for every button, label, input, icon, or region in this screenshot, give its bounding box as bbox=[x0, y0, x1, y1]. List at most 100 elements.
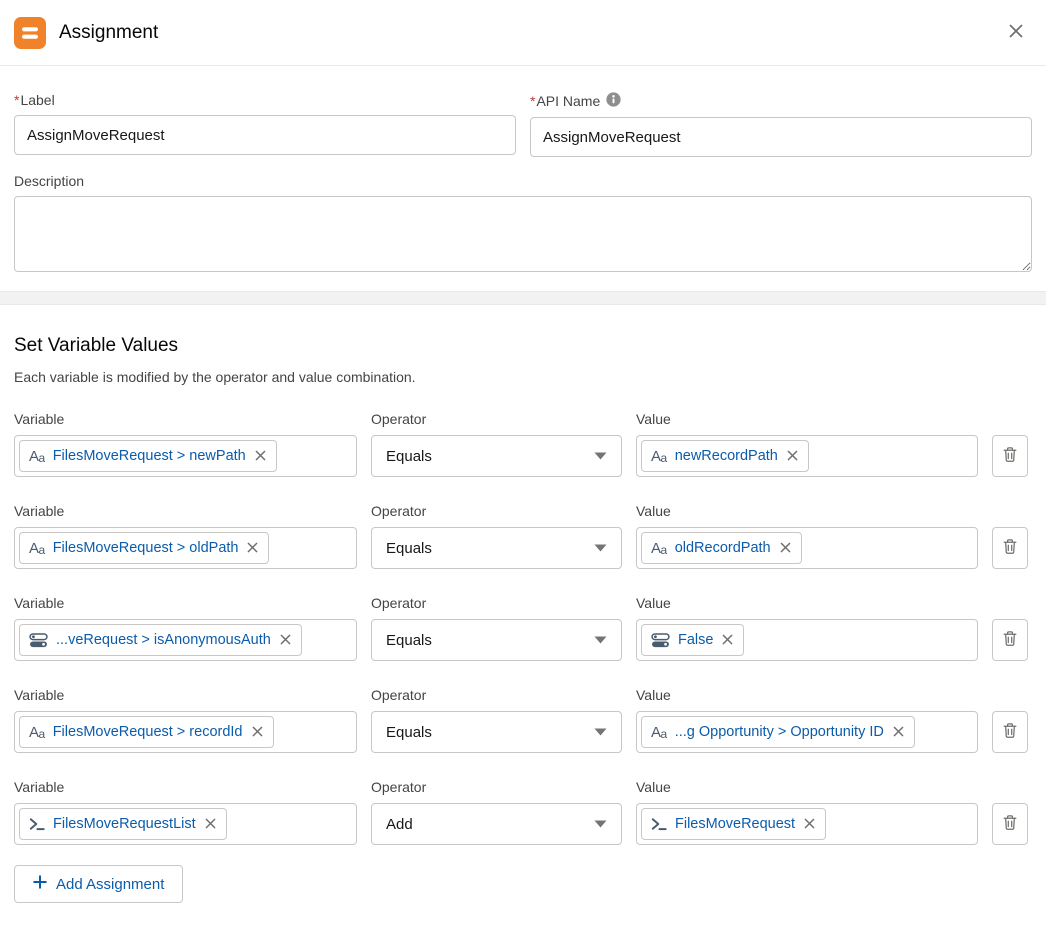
remove-value-pill-button[interactable] bbox=[779, 540, 792, 557]
value-combobox[interactable]: Aa newRecordPath bbox=[636, 435, 978, 477]
trash-icon bbox=[1002, 538, 1018, 558]
value-pill[interactable]: Aa ...g Opportunity > Opportunity ID bbox=[641, 716, 915, 748]
boolean-type-icon bbox=[651, 633, 670, 648]
value-column-label: Value bbox=[636, 503, 978, 519]
variable-pill[interactable]: Aa FilesMoveRequest > oldPath bbox=[19, 532, 269, 564]
remove-value-pill-button[interactable] bbox=[892, 724, 905, 741]
operator-select[interactable]: Equals bbox=[371, 619, 622, 661]
text-type-icon: Aa bbox=[651, 541, 667, 556]
variable-combobox[interactable]: Aa FilesMoveRequest > oldPath bbox=[14, 527, 357, 569]
plus-icon bbox=[33, 875, 47, 893]
operator-selected-value: Equals bbox=[386, 540, 432, 557]
trash-icon bbox=[1002, 630, 1018, 650]
operator-column: Operator Add bbox=[371, 779, 622, 845]
remove-value-pill-button[interactable] bbox=[721, 632, 734, 649]
api-name-field-group: *API Name bbox=[530, 92, 1032, 157]
assignment-row: Variable FilesMoveRequestList Operat bbox=[14, 779, 1032, 845]
chevron-down-icon bbox=[594, 452, 607, 460]
remove-icon bbox=[780, 541, 791, 556]
remove-value-pill-button[interactable] bbox=[786, 448, 799, 465]
operator-select[interactable]: Equals bbox=[371, 527, 622, 569]
delete-assignment-button[interactable] bbox=[992, 527, 1028, 569]
value-column: Value Aa newRecordPath bbox=[636, 411, 978, 477]
delete-assignment-button[interactable] bbox=[992, 711, 1028, 753]
required-asterisk: * bbox=[14, 92, 19, 108]
value-pill[interactable]: False bbox=[641, 624, 744, 656]
form-section: *Label *API Name bbox=[0, 66, 1046, 291]
collection-type-icon bbox=[651, 817, 667, 831]
operator-column-label: Operator bbox=[371, 595, 622, 611]
variable-pill[interactable]: Aa FilesMoveRequest > recordId bbox=[19, 716, 274, 748]
section-divider bbox=[0, 291, 1046, 305]
value-combobox[interactable]: False bbox=[636, 619, 978, 661]
delete-assignment-button[interactable] bbox=[992, 435, 1028, 477]
section-subtitle: Each variable is modified by the operato… bbox=[14, 369, 1032, 385]
trash-icon bbox=[1002, 722, 1018, 742]
description-field-label: Description bbox=[14, 173, 1032, 189]
value-pill[interactable]: Aa newRecordPath bbox=[641, 440, 809, 472]
api-name-input[interactable] bbox=[530, 117, 1032, 157]
description-input[interactable] bbox=[14, 196, 1032, 272]
set-variable-values-section: Set Variable Values Each variable is mod… bbox=[0, 305, 1046, 925]
variable-column: Variable Aa FilesMoveRequest > newPath bbox=[14, 411, 357, 477]
remove-variable-pill-button[interactable] bbox=[254, 448, 267, 465]
variable-combobox[interactable]: ...veRequest > isAnonymousAuth bbox=[14, 619, 357, 661]
variable-combobox[interactable]: Aa FilesMoveRequest > recordId bbox=[14, 711, 357, 753]
delete-assignment-button[interactable] bbox=[992, 803, 1028, 845]
remove-variable-pill-button[interactable] bbox=[251, 724, 264, 741]
value-pill[interactable]: FilesMoveRequest bbox=[641, 808, 826, 840]
operator-select[interactable]: Equals bbox=[371, 435, 622, 477]
remove-variable-pill-button[interactable] bbox=[279, 632, 292, 649]
variable-pill[interactable]: ...veRequest > isAnonymousAuth bbox=[19, 624, 302, 656]
label-field-group: *Label bbox=[14, 92, 516, 157]
remove-icon bbox=[893, 725, 904, 740]
info-icon[interactable] bbox=[606, 92, 621, 110]
chevron-down-icon bbox=[594, 820, 607, 828]
operator-column: Operator Equals bbox=[371, 503, 622, 569]
variable-pill[interactable]: FilesMoveRequestList bbox=[19, 808, 227, 840]
value-pill[interactable]: Aa oldRecordPath bbox=[641, 532, 802, 564]
value-combobox[interactable]: Aa oldRecordPath bbox=[636, 527, 978, 569]
operator-select[interactable]: Equals bbox=[371, 711, 622, 753]
remove-variable-pill-button[interactable] bbox=[204, 816, 217, 833]
variable-column: Variable Aa FilesMoveRequest > oldPath bbox=[14, 503, 357, 569]
text-type-icon: Aa bbox=[651, 725, 667, 740]
label-input[interactable] bbox=[14, 115, 516, 155]
variable-column-label: Variable bbox=[14, 503, 357, 519]
text-type-icon: Aa bbox=[29, 541, 45, 556]
dialog-header: Assignment bbox=[0, 0, 1046, 66]
text-type-icon: Aa bbox=[29, 725, 45, 740]
variable-pill-label: FilesMoveRequest > newPath bbox=[53, 448, 246, 464]
chevron-down-icon bbox=[594, 636, 607, 644]
remove-variable-pill-button[interactable] bbox=[246, 540, 259, 557]
close-icon bbox=[1008, 23, 1024, 42]
value-pill-label: ...g Opportunity > Opportunity ID bbox=[675, 724, 884, 740]
delete-assignment-button[interactable] bbox=[992, 619, 1028, 661]
operator-select[interactable]: Add bbox=[371, 803, 622, 845]
variable-combobox[interactable]: FilesMoveRequestList bbox=[14, 803, 357, 845]
remove-icon bbox=[247, 541, 258, 556]
boolean-type-icon bbox=[29, 633, 48, 648]
value-combobox[interactable]: Aa ...g Opportunity > Opportunity ID bbox=[636, 711, 978, 753]
add-assignment-button[interactable]: Add Assignment bbox=[14, 865, 183, 903]
assignment-rows: Variable Aa FilesMoveRequest > newPath bbox=[14, 411, 1032, 845]
value-column: Value Aa ...g Opportunity > Opportunity … bbox=[636, 687, 978, 753]
value-column-label: Value bbox=[636, 779, 978, 795]
value-pill-label: False bbox=[678, 632, 713, 648]
remove-icon bbox=[722, 633, 733, 648]
value-column: Value False bbox=[636, 595, 978, 661]
close-button[interactable] bbox=[1004, 19, 1028, 46]
description-field-group: Description bbox=[14, 173, 1032, 291]
value-pill-label: oldRecordPath bbox=[675, 540, 771, 556]
collection-type-icon bbox=[29, 817, 45, 831]
variable-pill[interactable]: Aa FilesMoveRequest > newPath bbox=[19, 440, 277, 472]
variable-pill-label: FilesMoveRequest > recordId bbox=[53, 724, 243, 740]
operator-column-label: Operator bbox=[371, 503, 622, 519]
remove-icon bbox=[205, 817, 216, 832]
value-pill-label: newRecordPath bbox=[675, 448, 778, 464]
remove-value-pill-button[interactable] bbox=[803, 816, 816, 833]
variable-combobox[interactable]: Aa FilesMoveRequest > newPath bbox=[14, 435, 357, 477]
value-combobox[interactable]: FilesMoveRequest bbox=[636, 803, 978, 845]
operator-column: Operator Equals bbox=[371, 595, 622, 661]
operator-column-label: Operator bbox=[371, 411, 622, 427]
